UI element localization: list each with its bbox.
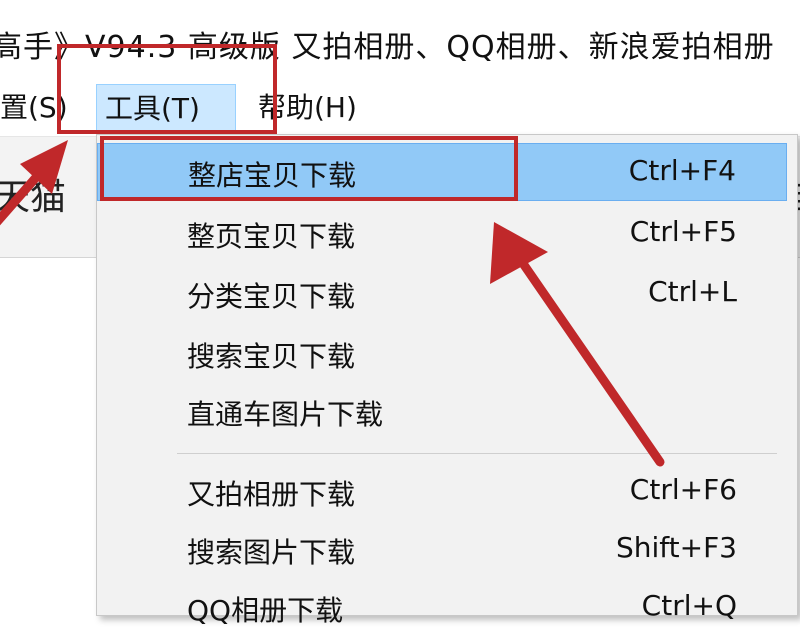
menu-item-ztc-image-download[interactable]: 直通车图片下载 [97,383,787,441]
menu-item-label: 搜索宝贝下载 [187,340,356,373]
menu-item-youpai-download[interactable]: 又拍相册下载 Ctrl+F6 [97,463,787,521]
menu-item-label: 搜索图片下载 [187,536,356,569]
menu-item-shortcut: Shift+F3 [615,531,737,564]
tools-dropdown-menu: 整店宝贝下载 Ctrl+F4 整页宝贝下载 Ctrl+F5 分类宝贝下载 Ctr… [96,134,798,627]
menu-item-shortcut: Ctrl+Q [641,589,737,622]
annotation-box-shop-download [100,136,518,201]
menu-item-label: QQ相册下载 [187,594,344,627]
annotation-box-tools-menu [57,44,277,134]
menu-separator [177,453,777,454]
menu-item-shortcut: Ctrl+F4 [628,154,736,187]
toolbar-tmall-text[interactable]: 天猫 [0,168,66,220]
menu-item-qq-album-download[interactable]: QQ相册下载 Ctrl+Q [97,579,787,637]
menu-item-page-download[interactable]: 整页宝贝下载 Ctrl+F5 [97,205,787,263]
menu-item-shortcut: Ctrl+F6 [629,473,737,506]
menu-item-label: 又拍相册下载 [187,478,356,511]
menu-item-category-download[interactable]: 分类宝贝下载 Ctrl+L [97,265,787,323]
menu-item-label: 直通车图片下载 [187,398,384,431]
menu-item-search-download[interactable]: 搜索宝贝下载 [97,325,787,383]
menu-item-label: 分类宝贝下载 [187,280,356,313]
menu-item-label: 整页宝贝下载 [187,220,356,253]
menu-item-shortcut: Ctrl+L [648,275,737,308]
menu-item-search-image-download[interactable]: 搜索图片下载 Shift+F3 [97,521,787,579]
menu-item-shortcut: Ctrl+F5 [629,215,737,248]
